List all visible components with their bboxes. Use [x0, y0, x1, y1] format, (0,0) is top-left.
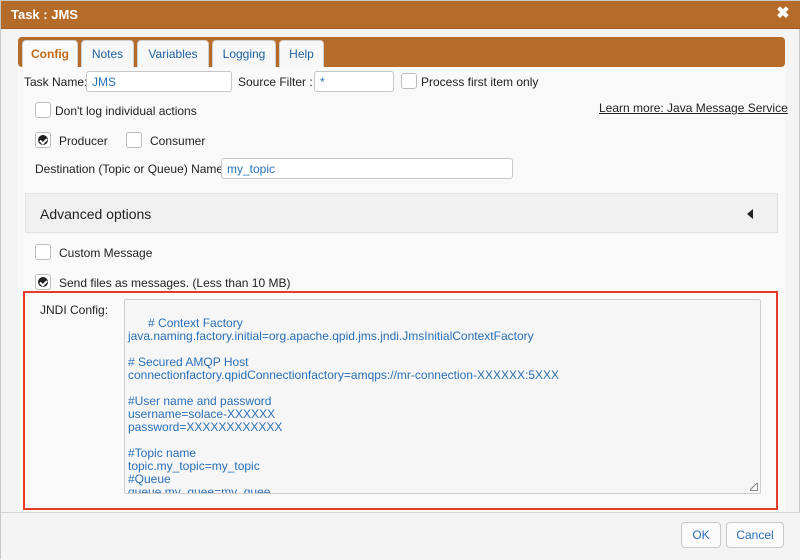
custom-message-label: Custom Message — [59, 246, 153, 260]
advanced-options-header[interactable]: Advanced options — [25, 193, 778, 233]
tab-notes[interactable]: Notes — [81, 40, 134, 67]
destination-input[interactable] — [221, 158, 513, 179]
jndi-config-text: # Context Factory java.naming.factory.in… — [128, 316, 560, 494]
custom-message-checkbox[interactable] — [35, 244, 51, 260]
source-filter-label: Source Filter : — [238, 75, 313, 89]
learn-more-link[interactable]: Learn more: Java Message Service — [599, 101, 788, 115]
producer-checkbox[interactable] — [35, 132, 51, 148]
tab-help[interactable]: Help — [279, 40, 324, 67]
send-files-checkbox[interactable] — [35, 274, 51, 290]
tab-logging[interactable]: Logging — [212, 40, 276, 67]
task-name-input[interactable] — [86, 71, 232, 92]
resize-grip-icon[interactable] — [750, 483, 758, 491]
send-files-label: Send files as messages. (Less than 10 MB… — [59, 276, 291, 290]
dont-log-label: Don't log individual actions — [55, 104, 197, 118]
task-name-label: Task Name: — [24, 75, 88, 89]
tab-variables[interactable]: Variables — [137, 40, 209, 67]
task-dialog: Task : JMS ✖ Config Notes Variables Logg… — [0, 0, 800, 560]
jndi-config-textarea[interactable]: # Context Factory java.naming.factory.in… — [124, 299, 761, 494]
advanced-options-title: Advanced options — [40, 206, 152, 222]
ok-button[interactable]: OK — [681, 522, 721, 548]
dialog-footer: OK Cancel — [1, 512, 800, 560]
tab-config[interactable]: Config — [22, 40, 78, 67]
config-panel: Task Name: Source Filter : Process first… — [18, 67, 788, 512]
jndi-config-label: JNDI Config: — [40, 303, 109, 317]
collapse-arrow-icon[interactable] — [747, 209, 753, 219]
source-filter-input[interactable] — [314, 71, 394, 92]
destination-label: Destination (Topic or Queue) Name: — [35, 162, 227, 176]
dialog-title: Task : JMS — [11, 7, 78, 22]
close-icon[interactable]: ✖ — [775, 5, 791, 23]
cancel-button[interactable]: Cancel — [726, 522, 784, 548]
consumer-label: Consumer — [150, 134, 206, 148]
process-first-checkbox[interactable] — [401, 73, 417, 89]
process-first-label: Process first item only — [421, 75, 539, 89]
dont-log-checkbox[interactable] — [35, 102, 51, 118]
producer-label: Producer — [59, 134, 108, 148]
tab-bar: Config Notes Variables Logging Help — [18, 37, 785, 67]
dialog-titlebar[interactable]: Task : JMS ✖ — [1, 1, 800, 29]
consumer-checkbox[interactable] — [126, 132, 142, 148]
